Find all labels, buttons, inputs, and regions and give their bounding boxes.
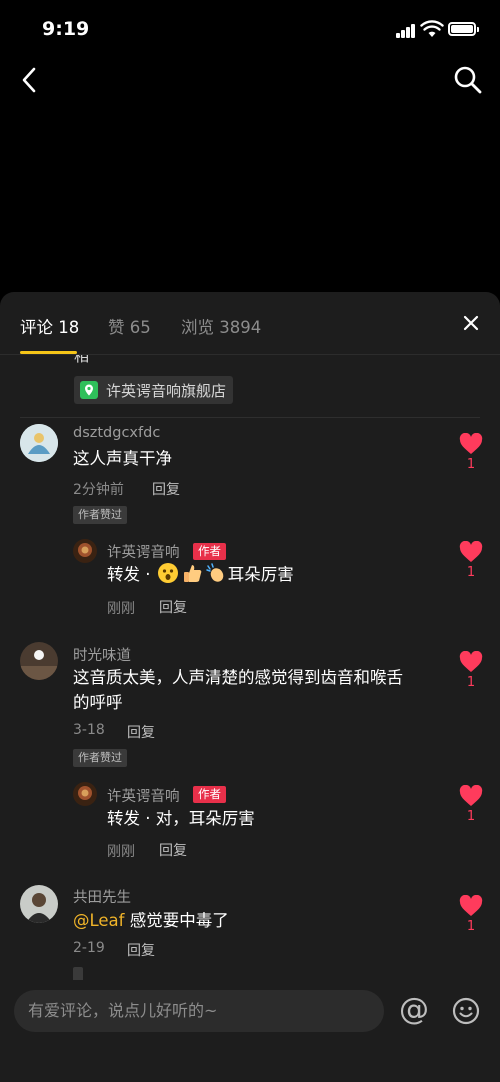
tab-comments[interactable]: 评论 18 — [20, 314, 79, 338]
reply-button[interactable]: 回复 — [159, 597, 187, 617]
status-bar: 9:19 — [0, 0, 500, 60]
avatar-image — [20, 424, 58, 462]
comment-username[interactable]: 共田先生 — [73, 886, 131, 907]
back-icon[interactable] — [16, 64, 44, 96]
status-time: 9:19 — [42, 18, 90, 40]
heart-icon — [459, 894, 483, 916]
comment-text: @Leaf 感觉要中毒了 — [73, 908, 229, 934]
like-button[interactable]: 1 — [456, 784, 486, 824]
like-button[interactable]: 1 — [456, 650, 486, 690]
comment-input[interactable]: 有爱评论，说点儿好听的~ — [14, 990, 384, 1032]
avatar[interactable] — [20, 885, 58, 923]
search-icon[interactable] — [452, 64, 484, 96]
close-icon[interactable] — [460, 312, 482, 334]
heart-icon — [459, 650, 483, 672]
reply-text: 转发 · 对，耳朵厉害 — [107, 809, 255, 828]
signal-icon — [396, 24, 416, 38]
like-count: 1 — [466, 809, 476, 824]
author-badge: 作者 — [193, 786, 226, 803]
reply-avatar-image — [73, 782, 97, 806]
heart-icon — [459, 432, 483, 454]
like-count: 1 — [466, 675, 476, 690]
location-label: 许英谔音响旗舰店 — [106, 381, 227, 400]
tab-bar: 评论 18 赞 65 浏览 3894 — [0, 292, 500, 355]
like-count: 1 — [466, 565, 476, 580]
reply-avatar-image — [73, 539, 97, 563]
reply-time: 刚刚 — [107, 844, 135, 860]
reply-button[interactable]: 回复 — [159, 840, 187, 860]
comment-time: 2-19 — [73, 940, 105, 956]
reply-button[interactable]: 回复 — [127, 940, 155, 960]
mention-button[interactable]: @ — [398, 990, 430, 1030]
post-text-fragment: 相 — [74, 355, 90, 365]
comment-text: 这人声真干净 — [73, 449, 172, 468]
like-count: 1 — [466, 457, 476, 472]
comment-list[interactable]: 相 许英谔音响旗舰店 dsztdgcxfdc 这人声真干净 2分钟前 回复 作者… — [0, 355, 500, 980]
comment-text-line-2: 的呼呼 — [73, 693, 123, 712]
reply-text-suffix: 耳朵厉害 — [227, 565, 294, 584]
like-button[interactable]: 1 — [456, 894, 486, 934]
comment-text-line-1: 这音质太美，人声清楚的感觉得到齿音和喉舌 — [73, 668, 403, 687]
location-pin-icon — [80, 381, 98, 399]
heart-icon — [459, 540, 483, 562]
wifi-icon — [420, 20, 444, 37]
comment-time: 3-18 — [73, 722, 105, 738]
comment-username[interactable]: 时光味道 — [73, 644, 131, 665]
reply-time: 刚刚 — [107, 601, 135, 617]
emoji-icon[interactable] — [452, 997, 480, 1025]
tab-views[interactable]: 浏览 3894 — [181, 314, 261, 338]
comment-time: 2分钟前 — [73, 482, 124, 498]
avatar[interactable] — [20, 424, 58, 462]
comment-text-body: 感觉要中毒了 — [124, 911, 229, 930]
like-button[interactable]: 1 — [456, 540, 486, 580]
author-liked-badge: 作者赞过 — [73, 506, 127, 524]
author-liked-badge: 作者赞过 — [73, 749, 127, 767]
avatar-image — [20, 642, 58, 680]
comment-sheet: 评论 18 赞 65 浏览 3894 相 许英谔音响旗舰店 dsztdgcxfd… — [0, 292, 500, 1082]
reply-username[interactable]: 许英谔音响 — [107, 785, 180, 806]
clapping-hands-emoji-icon — [206, 563, 224, 582]
author-liked-badge-partial — [73, 967, 83, 980]
reply-avatar[interactable] — [73, 782, 97, 806]
avatar-image — [20, 885, 58, 923]
shocked-face-emoji-icon — [157, 563, 178, 583]
reply-text-prefix: 转发 · — [107, 565, 156, 584]
reply-text: 转发 · 耳朵厉害 — [107, 562, 294, 588]
reply-username[interactable]: 许英谔音响 — [107, 541, 180, 562]
like-button[interactable]: 1 — [456, 432, 486, 472]
tab-likes[interactable]: 赞 65 — [108, 314, 151, 338]
thumbs-up-emoji-icon — [183, 565, 202, 582]
avatar[interactable] — [20, 642, 58, 680]
comment-input-bar: 有爱评论，说点儿好听的~ @ — [0, 982, 500, 1082]
mention-link[interactable]: @Leaf — [73, 911, 124, 930]
heart-icon — [459, 784, 483, 806]
reply-button[interactable]: 回复 — [127, 722, 155, 742]
comment-username[interactable]: dsztdgcxfdc — [73, 425, 160, 441]
divider — [20, 417, 480, 418]
location-tag[interactable]: 许英谔音响旗舰店 — [74, 376, 234, 404]
tab-indicator — [20, 351, 77, 354]
reply-avatar[interactable] — [73, 539, 97, 563]
author-badge: 作者 — [193, 543, 226, 560]
battery-icon — [448, 22, 479, 36]
reply-button[interactable]: 回复 — [152, 479, 180, 499]
like-count: 1 — [466, 919, 476, 934]
